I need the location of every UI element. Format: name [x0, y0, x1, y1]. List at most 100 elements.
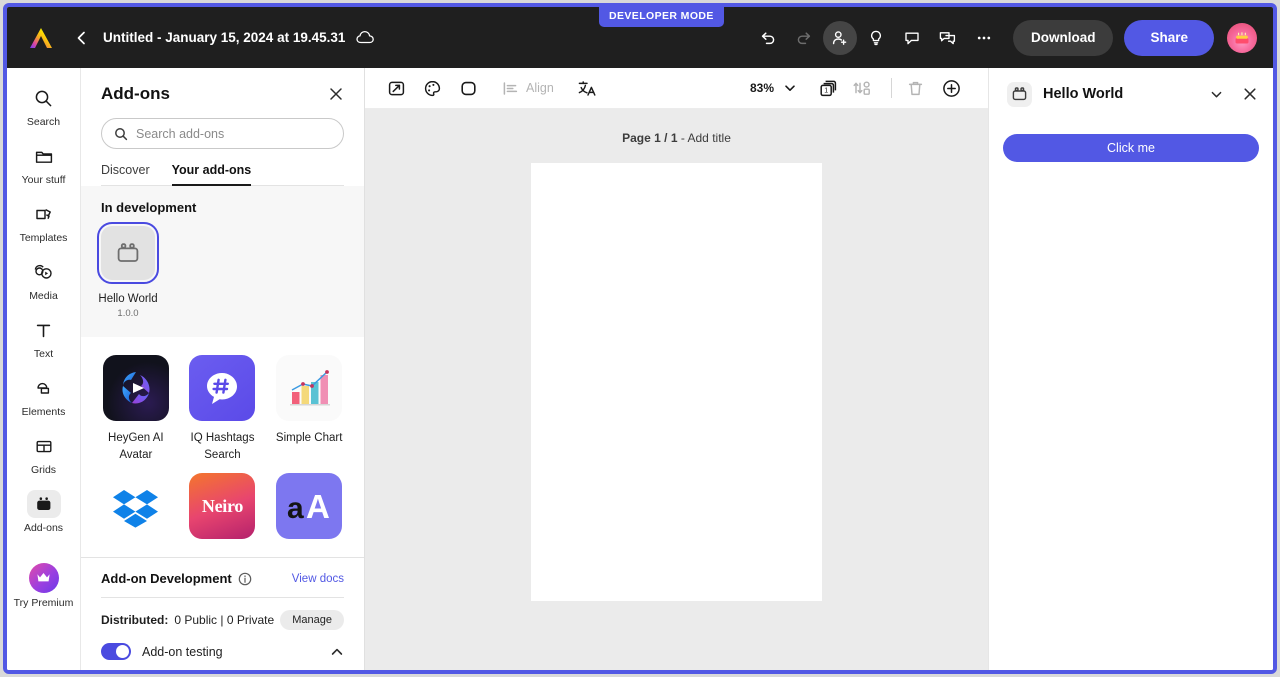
shape-icon[interactable]	[453, 73, 483, 103]
addon-card-heygen[interactable]: HeyGen AI Avatar	[101, 355, 171, 463]
close-icon[interactable]	[328, 86, 344, 102]
page-canvas[interactable]	[531, 163, 822, 601]
search-icon	[27, 84, 61, 112]
sidebar-item-add-ons[interactable]: Add-ons	[9, 482, 79, 540]
resize-icon[interactable]	[381, 73, 411, 103]
distributed-label: Distributed:	[101, 613, 169, 627]
page-label-title: - Add title	[677, 131, 731, 145]
duplicate-comment-icon[interactable]	[931, 21, 965, 55]
align-control: Align	[495, 73, 554, 103]
download-button[interactable]: Download	[1012, 19, 1114, 56]
divider	[101, 597, 344, 598]
addon-panel-content: Click me	[989, 120, 1273, 162]
addon-development-footer: Add-on Development View docs Distributed…	[81, 557, 364, 670]
pages-icon[interactable]: 1	[813, 73, 843, 103]
sidebar-item-search[interactable]: Search	[9, 76, 79, 134]
manage-button[interactable]: Manage	[280, 610, 344, 630]
canvas-area: Align 83% 1 Page 1 / 1 - Add title	[365, 68, 988, 670]
addon-panel-title: Hello World	[1043, 86, 1124, 102]
avatar[interactable]	[1227, 22, 1257, 53]
arrange-icon[interactable]	[847, 73, 877, 103]
document-title[interactable]: Untitled - January 15, 2024 at 19.45.31	[103, 30, 345, 45]
align-label: Align	[526, 81, 554, 95]
svg-text:1: 1	[824, 87, 828, 94]
add-page-icon[interactable]	[936, 73, 966, 103]
tab-your-addons[interactable]: Your add-ons	[171, 163, 252, 186]
sidebar-item-label: Media	[29, 290, 58, 303]
page-title: Add-ons	[101, 84, 170, 103]
close-icon[interactable]	[1242, 86, 1258, 102]
addon-brick-icon	[96, 221, 160, 285]
media-icon	[27, 258, 61, 286]
click-me-button[interactable]: Click me	[1003, 134, 1259, 162]
addon-testing-toggle[interactable]	[101, 643, 131, 660]
addon-card-typography[interactable]: a A	[274, 473, 344, 548]
bar-chart-logo-icon	[276, 355, 343, 421]
canvas-toolbar-right: 83% 1	[750, 73, 972, 103]
svg-text:a: a	[287, 492, 304, 525]
addon-name: HeyGen AI Avatar	[108, 432, 164, 461]
trash-icon[interactable]	[900, 73, 930, 103]
aa-typography-logo-icon: a A	[276, 473, 343, 540]
sidebar-item-try-premium[interactable]: Try Premium	[9, 555, 79, 615]
addon-card-simple-chart[interactable]: Simple Chart	[274, 355, 344, 463]
addon-version: 1.0.0	[117, 308, 139, 319]
sidebar-item-label: Add-ons	[23, 522, 64, 535]
neiro-wordmark: Neiro	[201, 495, 244, 516]
sidebar-item-elements[interactable]: Elements	[9, 366, 79, 424]
addon-name: Simple Chart	[275, 432, 343, 444]
lightbulb-icon[interactable]	[859, 21, 893, 55]
app-window: Untitled - January 15, 2024 at 19.45.31	[3, 3, 1277, 674]
sidebar-item-text[interactable]: Text	[9, 308, 79, 366]
search-input[interactable]: Search add-ons	[101, 118, 344, 149]
addons-panel-header: Add-ons Search add-ons Discover Your add…	[81, 68, 364, 186]
page-label[interactable]: Page 1 / 1 - Add title	[622, 131, 731, 145]
left-navigation-rail: Search Your stuff Templates Media Text E…	[7, 68, 81, 670]
zoom-level[interactable]: 83%	[750, 81, 774, 95]
undo-icon[interactable]	[751, 21, 785, 55]
tab-discover[interactable]: Discover	[101, 163, 150, 186]
crown-icon	[28, 562, 59, 593]
addon-name: Hello World	[98, 293, 158, 305]
svg-text:A: A	[306, 488, 330, 525]
elements-icon	[27, 374, 61, 402]
sidebar-item-media[interactable]: Media	[9, 250, 79, 308]
addon-panel-header: Hello World	[989, 68, 1273, 120]
addon-name: IQ Hashtags Search	[190, 432, 255, 461]
addon-card-dropbox[interactable]	[101, 473, 171, 548]
sidebar-item-templates[interactable]: Templates	[9, 192, 79, 250]
canvas-stage[interactable]: Page 1 / 1 - Add title	[365, 109, 988, 670]
sidebar-item-label: Text	[33, 348, 54, 361]
view-docs-link[interactable]: View docs	[292, 573, 344, 585]
heygen-logo-icon	[102, 355, 169, 421]
top-bar-actions: Download Share	[751, 19, 1273, 56]
chevron-up-icon[interactable]	[330, 645, 344, 659]
more-options-icon[interactable]	[967, 21, 1001, 55]
folder-icon	[27, 142, 61, 170]
chevron-down-icon[interactable]	[1209, 87, 1224, 102]
adobe-express-logo-icon[interactable]	[28, 26, 54, 50]
back-button[interactable]	[69, 25, 95, 51]
redo-icon[interactable]	[787, 21, 821, 55]
add-person-icon[interactable]	[822, 20, 857, 55]
addon-testing-label: Add-on testing	[142, 644, 223, 659]
text-icon	[27, 316, 61, 344]
sidebar-item-your-stuff[interactable]: Your stuff	[9, 134, 79, 192]
chevron-down-icon[interactable]	[783, 81, 797, 95]
in-development-addon-tile[interactable]: Hello World 1.0.0	[96, 221, 160, 319]
color-palette-icon[interactable]	[417, 73, 447, 103]
addon-card-neiro[interactable]: Neiro	[188, 473, 258, 548]
sidebar-item-label: Your stuff	[21, 174, 66, 187]
sidebar-item-grids[interactable]: Grids	[9, 424, 79, 482]
hashtag-bubble-logo-icon	[189, 355, 256, 421]
comment-icon[interactable]	[895, 21, 929, 55]
addons-tabs: Discover Your add-ons	[101, 162, 344, 186]
translate-icon[interactable]	[572, 73, 602, 103]
addons-grid-scroll[interactable]: HeyGen AI Avatar IQ Hashtags Search Simp…	[81, 337, 364, 557]
addon-card-iq-hashtags[interactable]: IQ Hashtags Search	[188, 355, 258, 463]
info-icon[interactable]	[238, 572, 252, 586]
addon-brick-icon	[1007, 81, 1032, 107]
dropbox-logo-icon	[102, 473, 169, 540]
share-button[interactable]: Share	[1124, 19, 1214, 56]
distributed-value: 0 Public | 0 Private	[174, 613, 275, 627]
